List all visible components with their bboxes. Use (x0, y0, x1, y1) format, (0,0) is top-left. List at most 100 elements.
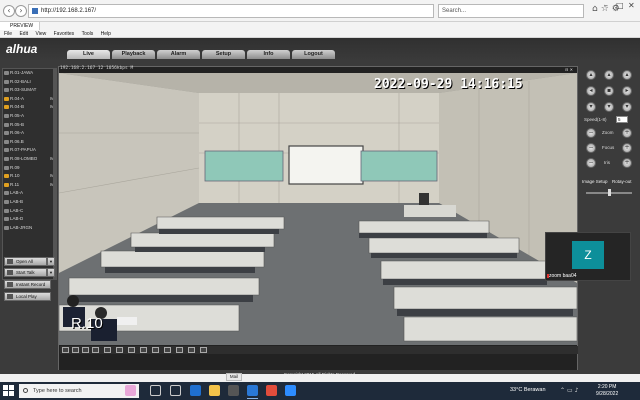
minimize-icon[interactable]: – (604, 1, 608, 10)
channel-item[interactable]: R.08-LOMBOM (3, 155, 56, 164)
channel-item[interactable]: R.01-JAWA (3, 69, 56, 78)
zoom-avatar: Z (572, 241, 604, 269)
weather-widget[interactable]: 33°C Berawan (510, 387, 546, 393)
tab-playback[interactable]: Playback (112, 50, 155, 59)
channel-item[interactable]: R.03-SUMAT (3, 86, 56, 95)
image-setup-tab[interactable]: Image Setup (582, 179, 608, 184)
channel-item[interactable]: R.06-A (3, 129, 56, 138)
video-window-controls[interactable]: ⊟ ✕ (565, 67, 573, 72)
browser-tab[interactable]: PREVIEW (0, 22, 41, 30)
focus-out-icon[interactable]: − (586, 143, 596, 153)
image-slider-knob[interactable] (608, 189, 611, 196)
start-talk-button[interactable]: Start Talk ▼ (4, 268, 55, 277)
menu-view[interactable]: View (35, 30, 46, 38)
zoom-meeting-overlay[interactable]: Z zoom baa04 (545, 232, 631, 281)
chrome-icon[interactable] (266, 385, 277, 396)
search-circle-icon[interactable] (150, 385, 161, 396)
tab-logout[interactable]: Logout (292, 50, 335, 59)
windows-start-icon[interactable] (3, 385, 15, 397)
channel-item[interactable]: LAB-JRGN (3, 224, 56, 233)
tab-live[interactable]: Live (67, 50, 110, 59)
zoom-app-icon[interactable] (285, 385, 296, 396)
taskbar-clock[interactable]: 2:20 PM 9/28/2022 (596, 384, 618, 398)
forward-icon[interactable]: › (15, 5, 27, 17)
edge-icon[interactable] (190, 385, 201, 396)
channel-item[interactable]: R.05-A (3, 112, 56, 121)
local-play-button[interactable]: Local Play (4, 292, 51, 301)
record-icon (7, 282, 13, 287)
ptz-up-right-icon[interactable]: ▴ (622, 70, 632, 80)
tab-alarm[interactable]: Alarm (157, 50, 200, 59)
open-all-dropdown-icon[interactable]: ▼ (47, 257, 55, 266)
channel-item[interactable]: R.02-BALI (3, 78, 56, 87)
channel-item[interactable]: R.04-BM (3, 103, 56, 112)
menu-edit[interactable]: Edit (19, 30, 28, 38)
taskbar-search-input[interactable]: Type here to search (19, 384, 139, 398)
channel-list-scrollbar[interactable] (53, 68, 56, 280)
channel-item[interactable]: R.07-PAPUA (3, 146, 56, 155)
internet-explorer-icon[interactable] (247, 385, 258, 399)
browser-search-input[interactable]: Search... (438, 4, 584, 18)
ptz-down-icon[interactable]: ▾ (604, 102, 614, 112)
layout-16-icon[interactable] (92, 347, 99, 353)
zoom-digital-icon[interactable] (164, 347, 171, 353)
ptz-down-left-icon[interactable]: ▾ (586, 102, 596, 112)
mail-tab[interactable]: Mail (226, 373, 242, 381)
channel-item[interactable]: LAB-D (3, 215, 56, 224)
store-icon[interactable] (228, 385, 239, 396)
menu-tools[interactable]: Tools (82, 30, 94, 38)
open-all-label: Open All (16, 259, 34, 264)
open-all-button[interactable]: Open All ▼ (4, 257, 55, 266)
zoom-out-icon[interactable]: − (586, 128, 596, 138)
address-bar[interactable]: http://192.168.2.167/ (28, 4, 434, 18)
channel-item[interactable]: R.05-B (3, 121, 56, 130)
menu-favorites[interactable]: Favorites (54, 30, 75, 38)
channel-item[interactable]: LAB-A (3, 189, 56, 198)
cortana-decoration-icon[interactable] (125, 385, 136, 396)
maximize-icon[interactable]: □ (616, 1, 624, 10)
iris-close-icon[interactable]: − (586, 158, 596, 168)
ptz-up-left-icon[interactable]: ▴ (586, 70, 596, 80)
ptz-right-icon[interactable]: ▸ (622, 86, 632, 96)
layout-4-icon[interactable] (72, 347, 79, 353)
tab-setup[interactable]: Setup (202, 50, 245, 59)
instant-record-label: Instant Record (16, 282, 46, 287)
file-explorer-icon[interactable] (209, 385, 220, 396)
channel-item[interactable]: R.06.B (3, 138, 56, 147)
focus-in-icon[interactable]: + (622, 143, 632, 153)
ptz-down-right-icon[interactable]: ▾ (622, 102, 632, 112)
ptz-center-icon[interactable]: ▪ (604, 86, 614, 96)
layout-custom-icon[interactable] (104, 347, 111, 353)
channel-item[interactable]: R.11M (3, 181, 56, 190)
layout-9-icon[interactable] (82, 347, 89, 353)
snapshot-icon[interactable] (140, 347, 147, 353)
clock-time: 2:20 PM (597, 384, 617, 390)
system-tray-icons[interactable]: ⌃▭♪ (560, 387, 581, 394)
channel-item[interactable]: LAB-B (3, 198, 56, 207)
ptz-left-icon[interactable]: ◂ (586, 86, 596, 96)
menu-help[interactable]: Help (101, 30, 111, 38)
channel-item[interactable]: R.10M (3, 172, 56, 181)
rotate-tab[interactable]: Rotay-out (612, 179, 632, 184)
channel-item[interactable]: R.04-AM (3, 95, 56, 104)
menu-file[interactable]: File (4, 30, 12, 38)
channel-item[interactable]: LAB-C (3, 207, 56, 216)
record-toggle-icon[interactable] (176, 347, 183, 353)
layout-36-icon[interactable] (128, 347, 135, 353)
close-window-icon[interactable]: ✕ (628, 1, 635, 10)
layout-25-icon[interactable] (116, 347, 123, 353)
instant-record-button[interactable]: Instant Record (4, 280, 51, 289)
start-talk-dropdown-icon[interactable]: ▼ (47, 268, 55, 277)
ptz-up-icon[interactable]: ▴ (604, 70, 614, 80)
audio-icon[interactable] (188, 347, 195, 353)
channel-item[interactable]: R.09 (3, 164, 56, 173)
fullscreen-icon[interactable] (152, 347, 159, 353)
tab-info[interactable]: Info (247, 50, 290, 59)
back-icon[interactable]: ‹ (3, 5, 15, 17)
iris-open-icon[interactable]: + (622, 158, 632, 168)
layout-1-icon[interactable] (62, 347, 69, 353)
task-view-icon[interactable] (170, 385, 181, 396)
close-all-icon[interactable] (200, 347, 207, 353)
zoom-in-icon[interactable]: + (622, 128, 632, 138)
speed-select[interactable]: 5 (616, 116, 628, 123)
